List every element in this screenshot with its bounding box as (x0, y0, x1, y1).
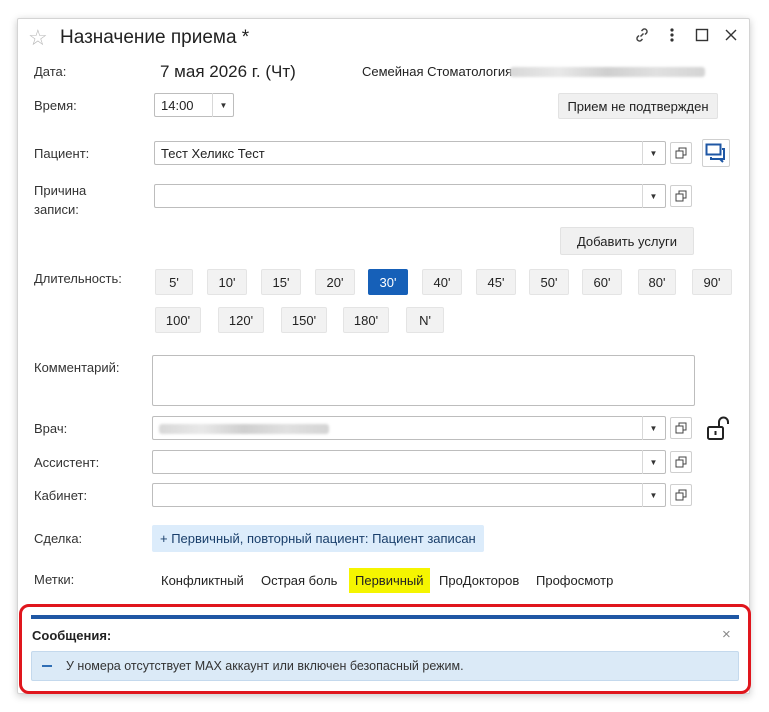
date-label: Дата: (34, 64, 67, 79)
open-icon (675, 147, 687, 159)
duration-option-150[interactable]: 150' (281, 307, 327, 333)
unlock-icon[interactable] (706, 416, 730, 445)
doctor-field[interactable] (152, 416, 666, 440)
cabinet-dropdown-button[interactable]: ▼ (642, 483, 664, 507)
reason-dropdown-button[interactable]: ▼ (642, 184, 664, 208)
comment-label: Комментарий: (34, 360, 120, 375)
duration-option-20[interactable]: 20' (315, 269, 355, 295)
close-icon[interactable] (721, 25, 741, 45)
assistant-field[interactable] (152, 450, 666, 474)
tag-primary[interactable]: Первичный (349, 568, 430, 593)
reason-field[interactable] (154, 184, 666, 208)
date-value: 7 мая 2026 г. (Чт) (160, 62, 296, 81)
duration-option-100[interactable]: 100' (155, 307, 201, 333)
assistant-open-button[interactable] (670, 451, 692, 473)
duration-option-15[interactable]: 15' (261, 269, 301, 295)
reason-open-button[interactable] (670, 185, 692, 207)
add-services-button[interactable]: Добавить услуги (560, 227, 694, 255)
duration-option-180[interactable]: 180' (343, 307, 389, 333)
messages-highlight-frame: Сообщения: × У номера отсутствует MAX ак… (19, 604, 751, 694)
clinic-value: Семейная Стоматология (362, 64, 513, 79)
tag-prodoctorov[interactable]: ПроДокторов (433, 568, 525, 593)
chat-button[interactable] (702, 139, 730, 167)
messages-divider (31, 615, 739, 619)
assistant-label: Ассистент: (34, 455, 100, 470)
open-icon (675, 456, 687, 468)
duration-option-40[interactable]: 40' (422, 269, 462, 295)
duration-option-120[interactable]: 120' (218, 307, 264, 333)
duration-option-n[interactable]: N' (406, 307, 444, 333)
window-title: Назначение приема * (60, 27, 250, 48)
cabinet-label: Кабинет: (34, 488, 88, 503)
messages-close-button[interactable]: × (722, 626, 731, 643)
patient-field[interactable]: Тест Хеликс Тест (154, 141, 666, 165)
time-label: Время: (34, 98, 77, 113)
assistant-dropdown-button[interactable]: ▼ (642, 450, 664, 474)
doctor-value-blurred (159, 424, 329, 434)
doctor-dropdown-button[interactable]: ▼ (642, 416, 664, 440)
deal-label: Сделка: (34, 531, 83, 546)
message-item[interactable]: У номера отсутствует MAX аккаунт или вкл… (31, 651, 739, 681)
duration-option-5[interactable]: 5' (155, 269, 193, 295)
duration-option-90[interactable]: 90' (692, 269, 732, 295)
patient-dropdown-button[interactable]: ▼ (642, 141, 664, 165)
maximize-icon[interactable] (692, 25, 712, 45)
confirm-status-button[interactable]: Прием не подтвержден (558, 93, 718, 119)
patient-label: Пациент: (34, 146, 90, 161)
doctor-label: Врач: (34, 421, 68, 436)
reason-label-line1: Причина (34, 183, 87, 198)
reason-label-line2: записи: (34, 202, 79, 217)
patient-open-button[interactable] (670, 142, 692, 164)
duration-option-10[interactable]: 10' (207, 269, 247, 295)
clinic-address-blurred (510, 67, 705, 77)
more-icon[interactable] (662, 25, 682, 45)
star-icon[interactable]: ☆ (28, 25, 48, 51)
duration-option-80[interactable]: 80' (638, 269, 676, 295)
open-icon (675, 489, 687, 501)
comment-field[interactable] (152, 355, 695, 406)
collapse-dash-icon (42, 665, 52, 667)
duration-option-45[interactable]: 45' (476, 269, 516, 295)
deal-link[interactable]: + Первичный, повторный пациент: Пациент … (152, 525, 484, 552)
time-value: 14:00 (161, 98, 194, 113)
doctor-open-button[interactable] (670, 417, 692, 439)
time-dropdown-button[interactable]: ▼ (212, 93, 234, 117)
cabinet-field[interactable] (152, 483, 666, 507)
tag-acute-pain[interactable]: Острая боль (255, 568, 343, 593)
appointment-window: ☆ Назначение приема * Дата: 7 мая 2026 г… (17, 18, 751, 694)
tags-label: Метки: (34, 572, 75, 587)
message-text: У номера отсутствует MAX аккаунт или вкл… (66, 659, 464, 673)
duration-option-50[interactable]: 50' (529, 269, 569, 295)
tag-conflict[interactable]: Конфликтный (155, 568, 250, 593)
open-icon (675, 190, 687, 202)
open-icon (675, 422, 687, 434)
tag-checkup[interactable]: Профосмотр (530, 568, 619, 593)
cabinet-open-button[interactable] (670, 484, 692, 506)
patient-value: Тест Хеликс Тест (161, 146, 265, 161)
link-icon[interactable] (632, 25, 652, 45)
messages-title: Сообщения: (32, 628, 112, 643)
duration-label: Длительность: (34, 271, 122, 286)
duration-option-30[interactable]: 30' (368, 269, 408, 295)
duration-option-60[interactable]: 60' (582, 269, 622, 295)
chat-icon (705, 143, 725, 163)
